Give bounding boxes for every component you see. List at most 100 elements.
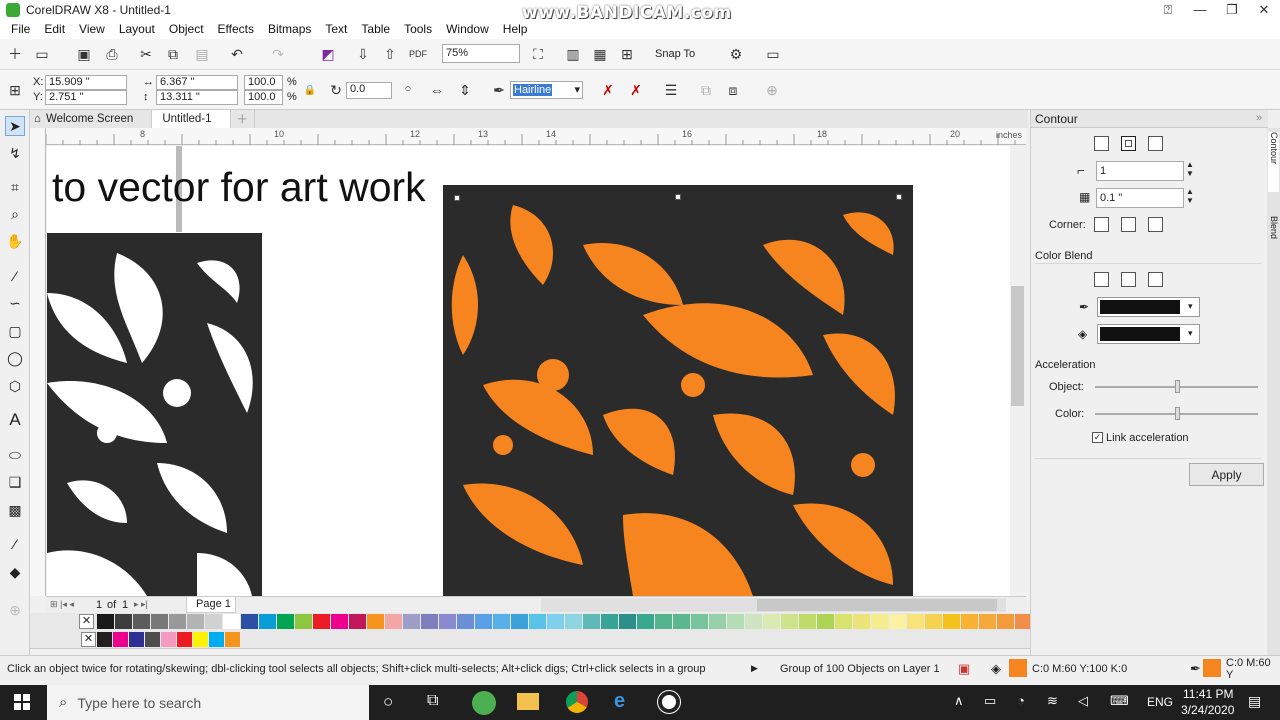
corner-bevel-icon[interactable]: [1148, 217, 1163, 232]
color-swatch[interactable]: [295, 614, 312, 629]
color-swatch[interactable]: [151, 614, 168, 629]
color-swatch[interactable]: [113, 632, 128, 647]
pan-tool-icon[interactable]: ✋: [5, 231, 25, 251]
vertical-scrollbar[interactable]: [1010, 146, 1026, 596]
menu-object[interactable]: Object: [162, 22, 211, 36]
color-swatch[interactable]: [925, 614, 942, 629]
break-apart-icon[interactable]: ✗: [598, 80, 618, 100]
artistic-media-icon[interactable]: ∽: [5, 293, 25, 313]
scrollbar-thumb[interactable]: [757, 599, 997, 611]
gear-icon[interactable]: ⚙: [726, 44, 746, 64]
menu-window[interactable]: Window: [439, 22, 496, 36]
restore-button[interactable]: ❐: [1216, 0, 1248, 19]
application-launcher-icon[interactable]: ▭: [763, 44, 783, 64]
outline-pen-icon[interactable]: ✒: [489, 80, 509, 100]
color-swatch[interactable]: [943, 614, 960, 629]
scrollbar-thumb[interactable]: [1011, 286, 1024, 406]
polygon-tool-icon[interactable]: ⬡: [5, 376, 25, 396]
color-swatch[interactable]: [871, 614, 888, 629]
menu-table[interactable]: Table: [354, 22, 397, 36]
color-swatch[interactable]: [97, 614, 114, 629]
canvas-text[interactable]: to vector for art work: [52, 164, 426, 211]
apply-button[interactable]: Apply: [1189, 463, 1264, 486]
color-swatch[interactable]: [129, 632, 144, 647]
close-button[interactable]: ✕: [1248, 0, 1280, 19]
color-swatch[interactable]: [853, 614, 870, 629]
task-view-icon[interactable]: ⧉: [427, 692, 438, 710]
undo-icon[interactable]: ↶: [227, 44, 247, 64]
page-tab-1[interactable]: Page 1: [186, 597, 236, 613]
color-swatch[interactable]: [997, 614, 1014, 629]
color-swatch[interactable]: [349, 614, 366, 629]
corner-miter-icon[interactable]: [1094, 217, 1109, 232]
corner-round-icon[interactable]: [1121, 217, 1136, 232]
color-swatch[interactable]: [259, 614, 276, 629]
color-swatch[interactable]: [655, 614, 672, 629]
rulers-icon[interactable]: ▦: [590, 44, 610, 64]
add-tool-icon[interactable]: ⊕: [5, 600, 25, 620]
color-swatch[interactable]: [727, 614, 744, 629]
rectangle-tool-icon[interactable]: ▢: [5, 321, 25, 341]
copy-icon[interactable]: ⧉: [163, 44, 183, 64]
bandicam-icon[interactable]: [658, 691, 680, 713]
color-swatch[interactable]: [457, 614, 474, 629]
color-swatch[interactable]: [223, 614, 240, 629]
color-swatch[interactable]: [529, 614, 546, 629]
color-swatch[interactable]: [177, 632, 192, 647]
color-swatch[interactable]: [547, 614, 564, 629]
color-swatch[interactable]: [169, 614, 186, 629]
y-position-field[interactable]: 2.751 ": [45, 90, 127, 105]
mirror-horizontal-icon[interactable]: ⇔: [427, 80, 447, 100]
interactive-tool-icon[interactable]: ⬭: [5, 445, 25, 465]
chrome-icon[interactable]: [566, 691, 588, 713]
side-tab-blend[interactable]: Blend: [1268, 216, 1279, 266]
eyedropper-icon[interactable]: ⁄: [5, 534, 25, 554]
battery-icon[interactable]: ▭: [984, 693, 996, 709]
color-swatch[interactable]: [817, 614, 834, 629]
text-tool-icon[interactable]: A: [5, 410, 25, 430]
docker-expand-icon[interactable]: »: [1256, 112, 1262, 124]
cut-icon[interactable]: ✂: [136, 44, 156, 64]
open-folder-icon[interactable]: ▭: [32, 44, 52, 64]
color-swatch[interactable]: [209, 632, 224, 647]
white-pattern-artwork[interactable]: [47, 233, 262, 596]
color-swatch[interactable]: [97, 632, 112, 647]
color-swatch[interactable]: [601, 614, 618, 629]
color-swatch[interactable]: [889, 614, 906, 629]
fill-color-picker[interactable]: [1097, 324, 1200, 344]
file-explorer-icon[interactable]: [517, 693, 539, 710]
chevron-down-icon[interactable]: ▾: [1188, 328, 1193, 339]
import-icon[interactable]: ⇩: [353, 44, 373, 64]
color-swatch[interactable]: [637, 614, 654, 629]
color-swatch[interactable]: [781, 614, 798, 629]
menu-help[interactable]: Help: [496, 22, 535, 36]
taskbar-search-box[interactable]: ⌕ Type here to search: [47, 685, 369, 720]
rotate-icon[interactable]: ↻: [326, 80, 346, 100]
offset-spinner[interactable]: ▲ ▼: [1186, 187, 1194, 205]
clockwise-blend-icon[interactable]: [1121, 272, 1136, 287]
zoom-tool-icon[interactable]: ⌕: [5, 204, 25, 224]
zoom-level-field[interactable]: 75%: [442, 44, 520, 63]
color-swatch[interactable]: [691, 614, 708, 629]
color-swatch[interactable]: [331, 614, 348, 629]
print-icon[interactable]: ⎙: [102, 44, 122, 64]
to-center-icon[interactable]: [1094, 136, 1109, 151]
linear-blend-icon[interactable]: [1094, 272, 1109, 287]
snap-to-dropdown[interactable]: Snap To: [655, 48, 695, 60]
selection-handle[interactable]: [454, 195, 460, 201]
grid-icon[interactable]: ⊞: [617, 44, 637, 64]
redo-icon[interactable]: ↷: [268, 44, 288, 64]
paste-icon[interactable]: ▤: [192, 44, 212, 64]
network-icon[interactable]: ◔: [1017, 693, 1025, 708]
color-swatch[interactable]: [511, 614, 528, 629]
offset-field[interactable]: 0.1 ": [1096, 188, 1184, 208]
color-swatch[interactable]: [907, 614, 924, 629]
new-document-icon[interactable]: ＋: [5, 44, 25, 64]
color-swatch[interactable]: [835, 614, 852, 629]
clock-time[interactable]: 11:41 PM: [1183, 687, 1233, 701]
color-swatch[interactable]: [799, 614, 816, 629]
ellipse-tool-icon[interactable]: ◯: [5, 348, 25, 368]
color-swatch[interactable]: [193, 632, 208, 647]
color-swatch[interactable]: [161, 632, 176, 647]
drop-shadow-icon[interactable]: ❑: [5, 472, 25, 492]
